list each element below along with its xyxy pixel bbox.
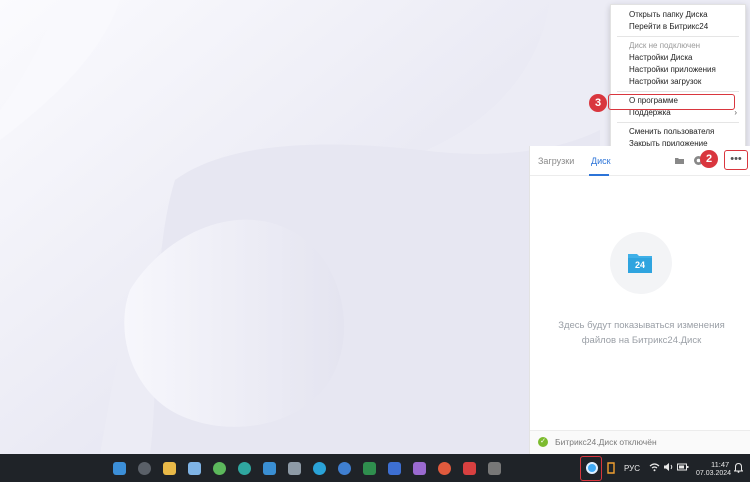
more-button[interactable]: ••• [724,150,748,170]
chevron-right-icon: › [734,108,737,117]
status-text: Битрикс24.Диск отключён [555,437,657,447]
menu-item-change-user[interactable]: Сменить пользователя [611,126,745,138]
wifi-icon[interactable] [649,462,660,474]
notepad-icon[interactable] [188,462,201,475]
check-circle-icon: ✓ [538,437,548,447]
store-icon[interactable] [263,462,276,475]
tab-downloads[interactable]: Загрузки [538,156,574,166]
empty-state-line-2: файлов на Битрикс24.Диск [581,335,702,346]
file-explorer-icon[interactable] [163,462,176,475]
notifications-bell-icon[interactable] [733,462,744,475]
folder-icon[interactable] [674,155,685,166]
empty-state-line-1: Здесь будут показываться изменения [558,320,725,331]
app-icon[interactable] [413,462,426,475]
edge-icon[interactable] [238,462,251,475]
bitrix-disk-tray-icon[interactable] [586,462,598,474]
menu-item-disk-settings[interactable]: Настройки Диска [611,52,745,64]
menu-item-open-disk-folder[interactable]: Открыть папку Диска [611,9,745,21]
app-icon-2[interactable] [463,462,476,475]
menu-separator [617,122,739,123]
step-badge-2: 2 [700,150,718,168]
app-icon-3[interactable] [488,462,501,475]
empty-state-message: Здесь будут показываться изменения файло… [544,318,739,348]
menu-item-go-to-bitrix24[interactable]: Перейти в Битрикс24 [611,21,745,33]
status-bar: ✓ Битрикс24.Диск отключён [530,430,750,454]
start-icon[interactable] [113,462,126,475]
chrome-icon[interactable] [213,462,226,475]
yandex-icon[interactable] [438,462,451,475]
word-icon[interactable] [388,462,401,475]
skype-icon[interactable] [338,462,351,475]
search-icon[interactable] [138,462,151,475]
battery-icon[interactable] [677,462,689,474]
mail-icon[interactable] [288,462,301,475]
volume-icon[interactable] [663,462,674,474]
bitrix-disk-panel: Загрузки Диск ••• 24 Здесь будут показыв… [529,146,750,454]
notification-tray-icon[interactable] [606,462,616,476]
tray-context-menu: Открыть папку Диска Перейти в Битрикс24 … [610,4,746,156]
bitrix24-folder-icon: 24 [628,251,652,273]
clock-date[interactable]: 07.03.2024 [696,470,731,477]
excel-icon[interactable] [363,462,376,475]
step-badge-3: 3 [589,94,607,112]
taskbar: РУС 11:47 07.03.2024 [0,454,750,482]
about-highlight-frame [608,94,735,110]
menu-item-app-settings[interactable]: Настройки приложения [611,64,745,76]
active-tab-indicator [589,174,609,176]
menu-item-download-settings[interactable]: Настройки загрузок [611,76,745,88]
more-dots-icon: ••• [730,153,742,165]
language-indicator[interactable]: РУС [624,464,640,473]
tab-disk[interactable]: Диск [591,156,611,166]
menu-separator [617,91,739,92]
menu-separator [617,36,739,37]
telegram-icon[interactable] [313,462,326,475]
folder-label: 24 [634,260,645,270]
menu-item-disk-not-connected: Диск не подключен [629,41,701,50]
clock-time[interactable]: 11:47 [711,460,729,469]
